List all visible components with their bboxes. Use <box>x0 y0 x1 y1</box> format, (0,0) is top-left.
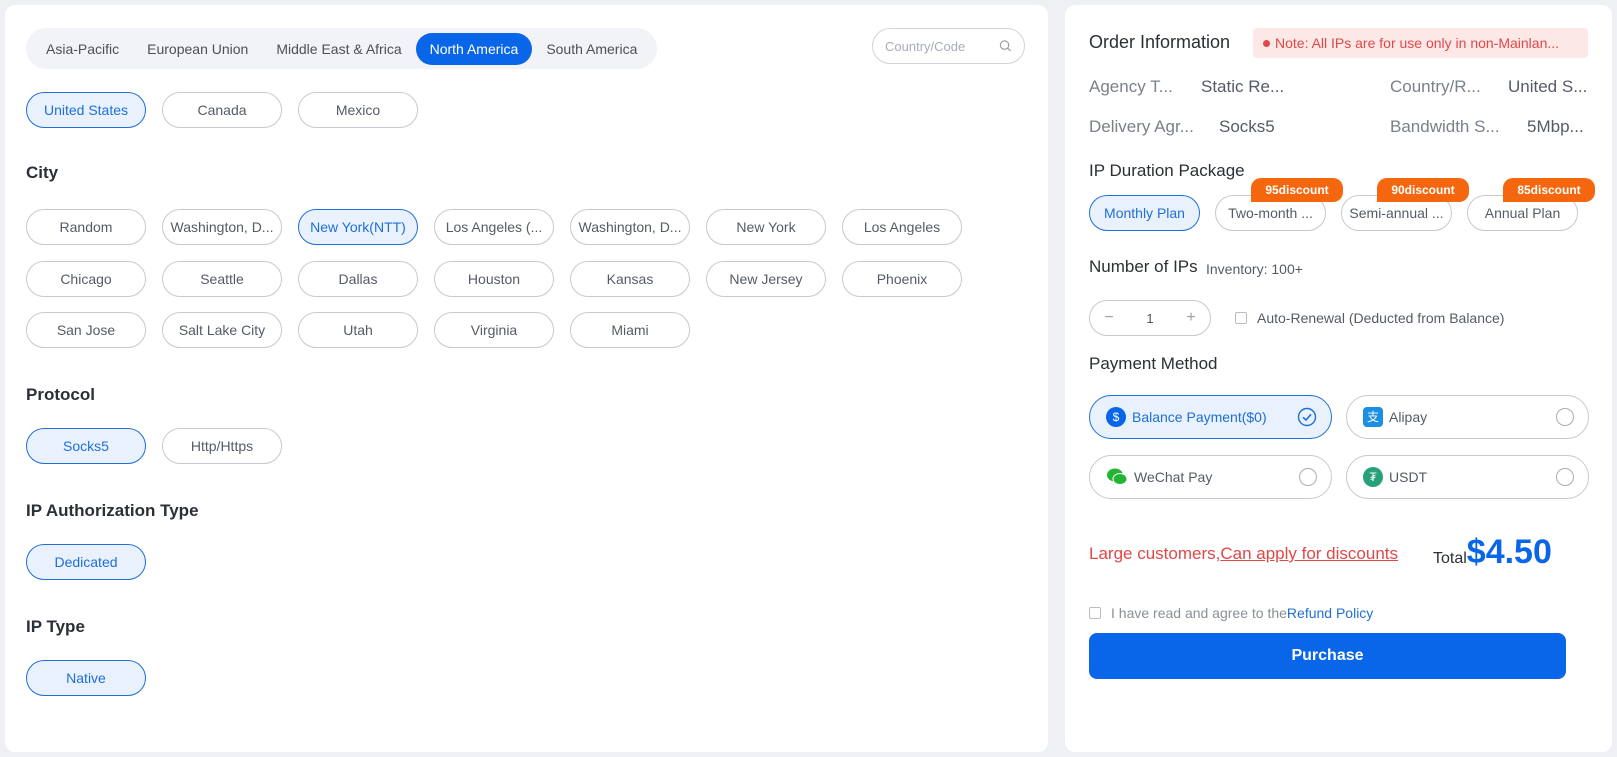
payment-usdt-label: USDT <box>1389 469 1428 485</box>
discount-badge: 95discount <box>1251 178 1343 202</box>
tab-south-america[interactable]: South America <box>532 33 651 65</box>
payment-balance[interactable]: $ Balance Payment($0) <box>1089 395 1332 439</box>
agency-value: Static Re... <box>1201 77 1285 96</box>
payment-alipay[interactable]: 支 Alipay <box>1346 395 1589 439</box>
notice-banner: Note: All IPs are for use only in non-Ma… <box>1253 28 1588 58</box>
tether-icon: ₮ <box>1363 467 1383 487</box>
country-search <box>872 28 1025 64</box>
payment-wechat[interactable]: WeChat Pay <box>1089 455 1332 499</box>
city-title: City <box>26 163 59 182</box>
country-mexico[interactable]: Mexico <box>298 92 418 128</box>
quantity-value[interactable]: 1 <box>1146 311 1153 326</box>
city-option[interactable]: Washington, D... <box>570 209 690 245</box>
total-amount: $4.50 <box>1466 533 1552 571</box>
city-option[interactable]: New York <box>706 209 826 245</box>
city-option[interactable]: Phoenix <box>842 261 962 297</box>
city-option[interactable]: New York(NTT) <box>298 209 418 245</box>
selection-panel: Asia-Pacific European Union Middle East … <box>5 5 1048 752</box>
increment-button[interactable]: + <box>1182 309 1200 327</box>
dollar-icon: $ <box>1106 407 1126 427</box>
protocol-title: Protocol <box>26 385 95 404</box>
discount-message: Large customers,Can apply for discounts <box>1089 544 1398 564</box>
order-title: Order Information <box>1089 32 1231 52</box>
country-label: Country/R... <box>1390 77 1481 96</box>
apply-discount-link[interactable]: Can apply for discounts <box>1220 544 1398 563</box>
discount-badge: 85discount <box>1503 178 1595 202</box>
quantity-stepper: − 1 + <box>1089 300 1211 336</box>
city-option[interactable]: Utah <box>298 312 418 348</box>
city-option[interactable]: San Jose <box>26 312 146 348</box>
purchase-button[interactable]: Purchase <box>1089 633 1566 679</box>
duration-title: IP Duration Package <box>1089 161 1245 180</box>
payment-usdt[interactable]: ₮ USDT <box>1346 455 1589 499</box>
tab-european-union[interactable]: European Union <box>133 33 262 65</box>
order-panel: Order Information Note: All IPs are for … <box>1065 5 1612 752</box>
payment-wechat-label: WeChat Pay <box>1134 469 1213 485</box>
auth-type-title: IP Authorization Type <box>26 501 199 520</box>
discount-badge: 90discount <box>1377 178 1469 202</box>
payment-balance-label: Balance Payment($0) <box>1132 409 1267 425</box>
check-circle-icon <box>1297 407 1317 427</box>
country-united-states[interactable]: United States <box>26 92 146 128</box>
payment-title: Payment Method <box>1089 354 1218 373</box>
city-option[interactable]: Random <box>26 209 146 245</box>
discount-prefix: Large customers, <box>1089 544 1221 563</box>
alipay-radio[interactable] <box>1556 408 1574 426</box>
tab-middle-east-africa[interactable]: Middle East & Africa <box>262 33 415 65</box>
alipay-icon: 支 <box>1363 407 1383 427</box>
inventory-text: Inventory: 100+ <box>1206 261 1303 277</box>
city-option[interactable]: Kansas <box>570 261 690 297</box>
city-option[interactable]: Dallas <box>298 261 418 297</box>
delivery-value: Socks5 <box>1219 117 1275 136</box>
search-icon[interactable] <box>999 39 1012 53</box>
agree-checkbox[interactable] <box>1089 607 1101 619</box>
protocol-socks5[interactable]: Socks5 <box>26 428 146 464</box>
city-option[interactable]: Chicago <box>26 261 146 297</box>
bandwidth-label: Bandwidth S... <box>1390 117 1500 136</box>
city-option[interactable]: Los Angeles (... <box>434 209 554 245</box>
plan-monthly[interactable]: Monthly Plan <box>1089 195 1200 231</box>
bandwidth-value: 5Mbp... <box>1527 117 1584 136</box>
city-option[interactable]: Washington, D... <box>162 209 282 245</box>
tab-north-america[interactable]: North America <box>415 32 533 65</box>
city-option[interactable]: Virginia <box>434 312 554 348</box>
agree-text: I have read and agree to the <box>1111 605 1287 621</box>
city-option[interactable]: Seattle <box>162 261 282 297</box>
protocol-http[interactable]: Http/Https <box>162 428 282 464</box>
auth-type-dedicated[interactable]: Dedicated <box>26 544 146 580</box>
country-search-input[interactable] <box>885 38 993 54</box>
refund-policy-link[interactable]: Refund Policy <box>1287 605 1373 621</box>
auto-renewal-label: Auto-Renewal (Deducted from Balance) <box>1257 310 1505 326</box>
ip-count-title: Number of IPs <box>1089 257 1198 276</box>
ip-type-title: IP Type <box>26 617 85 636</box>
ip-type-native[interactable]: Native <box>26 660 146 696</box>
city-option[interactable]: Salt Lake City <box>162 312 282 348</box>
total-block: Total$4.50 <box>1433 533 1552 572</box>
tab-asia-pacific[interactable]: Asia-Pacific <box>32 33 133 65</box>
region-tabs: Asia-Pacific European Union Middle East … <box>26 28 658 69</box>
agency-label: Agency T... <box>1089 77 1173 96</box>
city-option[interactable]: Houston <box>434 261 554 297</box>
wechat-icon <box>1107 468 1128 485</box>
agreement-row: I have read and agree to the Refund Polic… <box>1089 605 1373 621</box>
city-option[interactable]: New Jersey <box>706 261 826 297</box>
decrement-button[interactable]: − <box>1100 309 1118 327</box>
city-option[interactable]: Los Angeles <box>842 209 962 245</box>
total-label: Total <box>1433 550 1467 567</box>
auto-renewal-checkbox[interactable] <box>1235 312 1247 324</box>
delivery-label: Delivery Agr... <box>1089 117 1194 136</box>
auto-renewal-option: Auto-Renewal (Deducted from Balance) <box>1235 310 1504 326</box>
usdt-radio[interactable] <box>1556 468 1574 486</box>
city-option[interactable]: Miami <box>570 312 690 348</box>
country-value: United S... <box>1508 77 1588 96</box>
notice-text: Note: All IPs are for use only in non-Ma… <box>1275 35 1560 51</box>
note-dot-icon <box>1263 39 1270 47</box>
country-canada[interactable]: Canada <box>162 92 282 128</box>
wechat-radio[interactable] <box>1299 468 1317 486</box>
payment-alipay-label: Alipay <box>1389 409 1428 425</box>
